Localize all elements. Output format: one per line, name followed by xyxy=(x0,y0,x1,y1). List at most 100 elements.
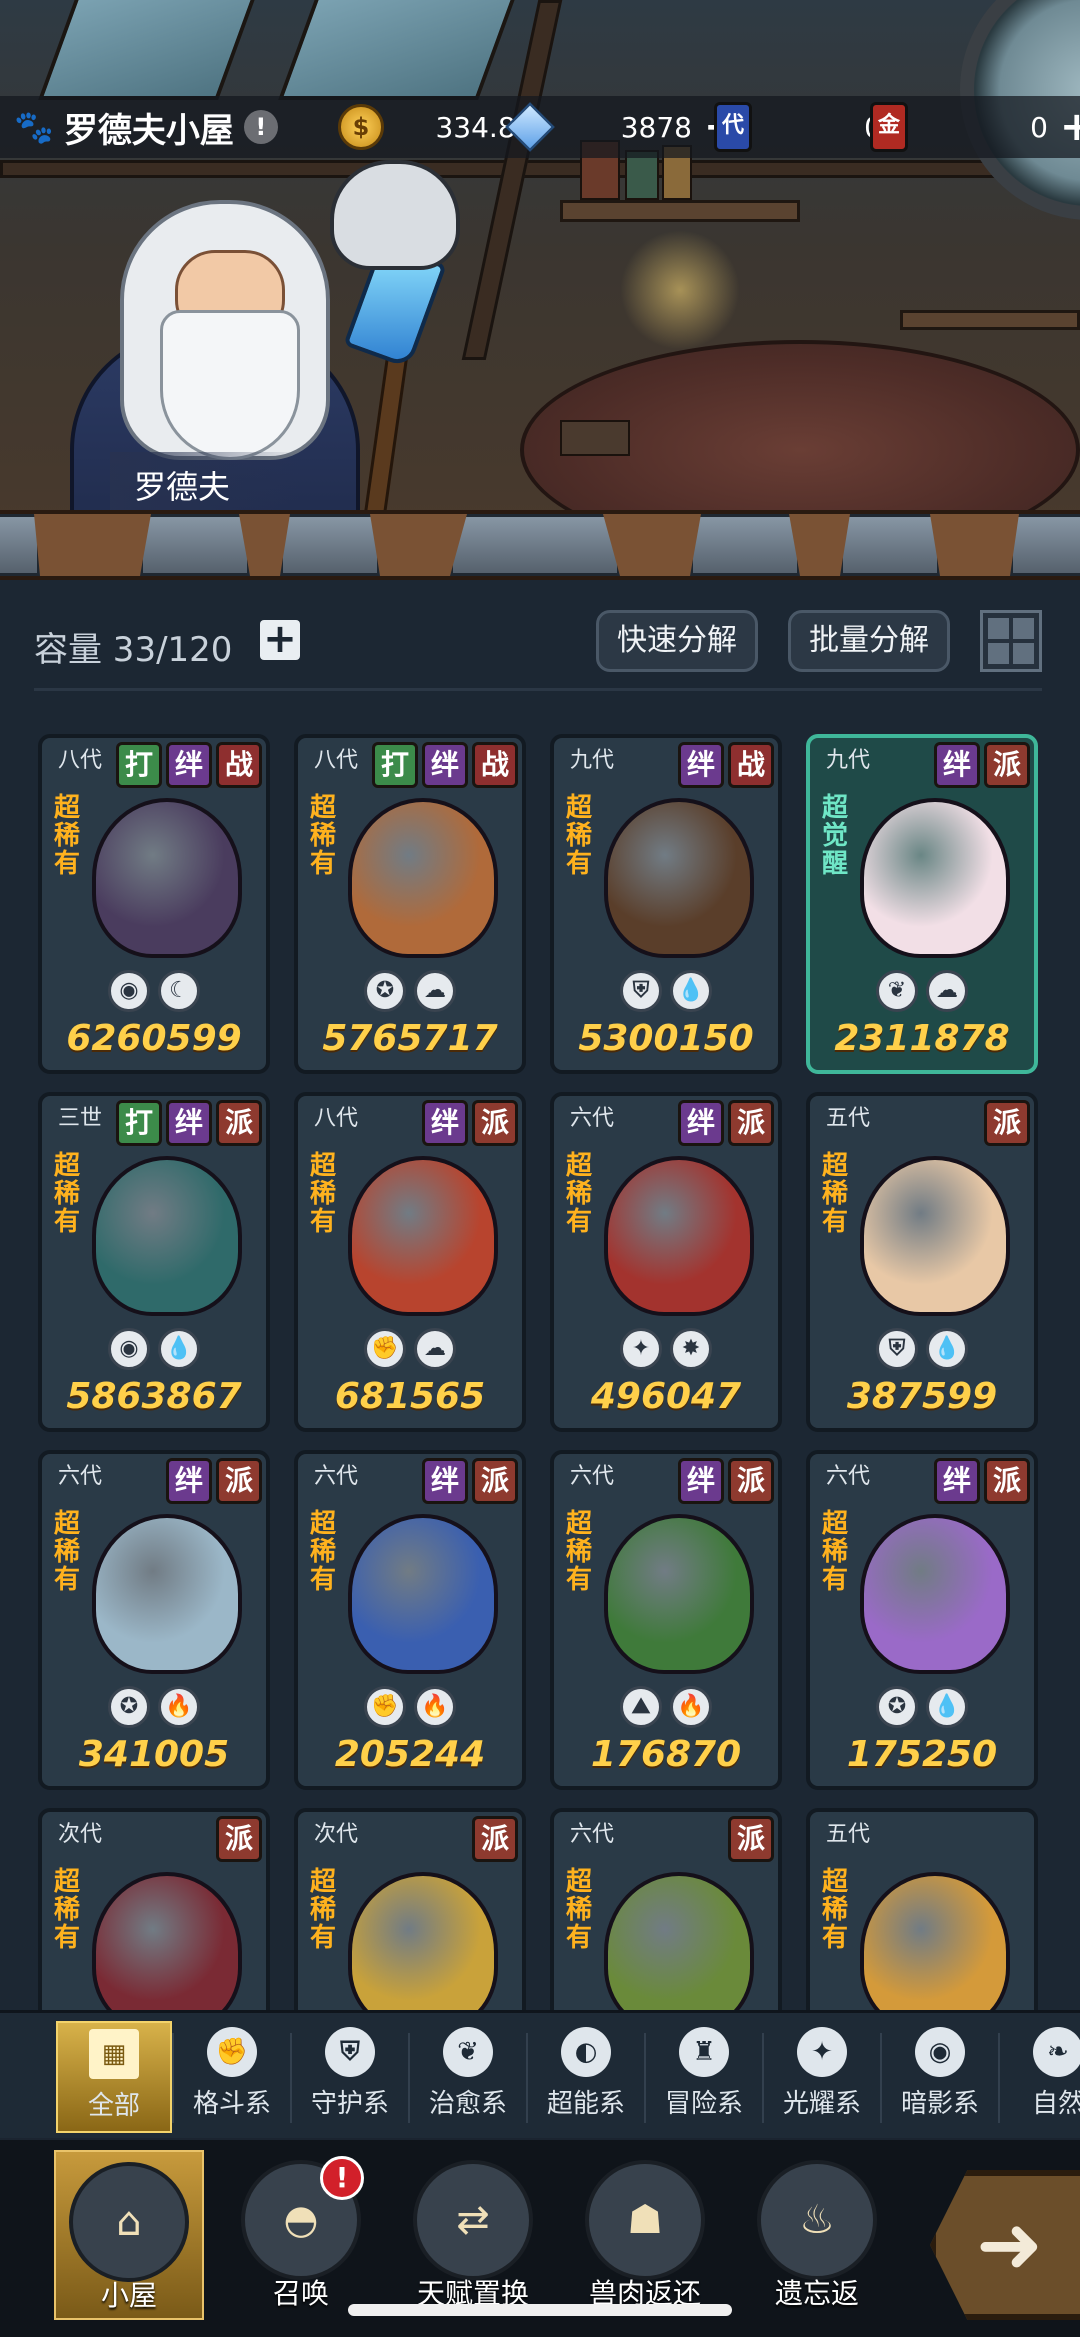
expand-capacity-button[interactable]: + xyxy=(260,619,300,660)
divider xyxy=(34,688,1042,691)
trait-tag: 派 xyxy=(216,1458,262,1504)
rarity-label: 超稀有 xyxy=(54,1151,81,1237)
red-ticket-value: 0 xyxy=(1030,110,1048,144)
rarity-label: 超稀有 xyxy=(566,1867,593,1953)
tab-separator xyxy=(998,2033,1000,2123)
rarity-label: 超稀有 xyxy=(54,1867,81,1953)
category-tab-shield[interactable]: ⛨ 守护系 xyxy=(292,2021,408,2133)
creature-card[interactable]: 八代打绊战超稀有 ✪ ☁ 5765717 xyxy=(294,734,526,1074)
summon-alert-badge: ! xyxy=(320,2156,364,2200)
generation-label: 次代 xyxy=(58,1822,103,1847)
category-tab-eye[interactable]: ◉ 暗影系 xyxy=(882,2021,998,2133)
creature-portrait xyxy=(92,798,242,958)
grid-view-icon[interactable] xyxy=(980,610,1042,672)
trait-tags: 打绊战 xyxy=(116,742,262,788)
trait-tags: 绊派 xyxy=(678,1100,774,1146)
creature-card[interactable]: 六代 绊派超稀有 ⛰ 🔥 176870 xyxy=(550,1450,782,1790)
category-tab-all[interactable]: ▦ 全部 xyxy=(56,2021,172,2133)
creature-card[interactable]: 三世打绊派超稀有 ◉ 💧 5863867 xyxy=(38,1092,270,1432)
quick-decompose-button[interactable]: 快速分解 xyxy=(596,610,758,672)
category-tabs: ▦ 全部 ✊ 格斗系 ⛨ 守护系 ❦ 治愈系 ◐ 超能系 ♜ 冒险系 ✦ 光耀系 ◉ 暗影系 ❧ 自然 xyxy=(0,2010,1080,2138)
creature-card[interactable]: 六代 绊派超稀有 ✪ 💧 175250 xyxy=(806,1450,1038,1790)
creature-portrait xyxy=(348,1156,498,1316)
element-icon: ✪ xyxy=(108,1686,150,1728)
trait-tag: 战 xyxy=(472,742,518,788)
plank-stone xyxy=(280,514,380,576)
category-tab-fist[interactable]: ✊ 格斗系 xyxy=(174,2021,290,2133)
rarity-label: 超稀有 xyxy=(566,1151,593,1237)
tab-separator xyxy=(762,2033,764,2123)
capacity-label: 容量 33/120 xyxy=(34,630,233,670)
batch-decompose-button[interactable]: 批量分解 xyxy=(788,610,950,672)
plank-stone xyxy=(450,514,620,576)
nav-house[interactable]: ⌂ 小屋 xyxy=(54,2150,204,2320)
creature-portrait xyxy=(92,1872,242,2024)
star-icon: ✦ xyxy=(797,2027,847,2077)
nav-swap[interactable]: ⇄ 天赋置换 xyxy=(398,2150,548,2320)
trait-tag: 绊 xyxy=(422,1458,468,1504)
creature-card[interactable]: 八代打绊战超稀有 ◉ ☾ 6260599 xyxy=(38,734,270,1074)
add-ticket-button[interactable]: + xyxy=(1060,107,1080,147)
creature-portrait xyxy=(604,1872,754,2024)
element-icon: 💧 xyxy=(926,1328,968,1370)
category-tab-alien[interactable]: ◐ 超能系 xyxy=(528,2021,644,2133)
skylight-window xyxy=(278,0,522,100)
shield-icon: ⛨ xyxy=(325,2027,375,2077)
red-ticket-icon: 金 xyxy=(870,102,908,152)
power-value: 2311878 xyxy=(834,1018,1010,1059)
trait-tag: 派 xyxy=(728,1816,774,1862)
creature-portrait xyxy=(604,798,754,958)
books xyxy=(560,420,630,456)
creature-card[interactable]: 六代 绊派超稀有 ✊ 🔥 205244 xyxy=(294,1450,526,1790)
generation-label: 三世 xyxy=(58,1106,103,1131)
trait-tag: 派 xyxy=(984,1458,1030,1504)
creature-card[interactable]: 六代 绊派超稀有 ✪ 🔥 341005 xyxy=(38,1450,270,1790)
rarity-label: 超稀有 xyxy=(310,1509,337,1595)
meat-icon: ☗ xyxy=(585,2160,705,2280)
power-value: 5300150 xyxy=(578,1018,754,1059)
power-value: 341005 xyxy=(78,1734,230,1775)
element-icon: 🔥 xyxy=(158,1686,200,1728)
generation-label: 六代 xyxy=(58,1464,103,1489)
next-button[interactable]: ➜ xyxy=(930,2170,1080,2320)
creature-portrait xyxy=(348,1514,498,1674)
plank-stone xyxy=(1010,514,1080,576)
generation-label: 五代 xyxy=(826,1822,871,1847)
generation-label: 六代 xyxy=(314,1464,359,1489)
element-icon: ☁ xyxy=(414,1328,456,1370)
creature-card[interactable]: 次代 派超稀有 xyxy=(294,1808,526,2028)
floor-plank xyxy=(0,510,1080,580)
creature-portrait xyxy=(860,1872,1010,2024)
generation-label: 九代 xyxy=(826,748,871,773)
rarity-label: 超稀有 xyxy=(54,1509,81,1595)
creature-card[interactable]: 六代 绊派超稀有 ✦ ✸ 496047 xyxy=(550,1092,782,1432)
creature-card[interactable]: 五代 派超稀有 ⛨ 💧 387599 xyxy=(806,1092,1038,1432)
creature-card[interactable]: 五代 超稀有 xyxy=(806,1808,1038,2028)
tab-separator xyxy=(880,2033,882,2123)
tab-separator xyxy=(172,2033,174,2123)
blue-ticket-resource: 代 0 xyxy=(714,102,882,152)
nav-meat[interactable]: ☗ 兽肉返还 xyxy=(570,2150,720,2320)
info-icon[interactable]: ! xyxy=(243,110,278,144)
shelf xyxy=(560,200,800,222)
rarity-label: 超稀有 xyxy=(822,1151,849,1237)
arrow-right-icon: ➜ xyxy=(976,2198,1044,2291)
category-tab-sprout[interactable]: ❦ 治愈系 xyxy=(410,2021,526,2133)
element-icon: ☁ xyxy=(926,970,968,1012)
creature-card[interactable]: 九代 绊战超稀有 ⛨ 💧 5300150 xyxy=(550,734,782,1074)
category-tab-star[interactable]: ✦ 光耀系 xyxy=(764,2021,880,2133)
trait-tags: 绊派 xyxy=(422,1100,518,1146)
power-value: 175250 xyxy=(846,1734,998,1775)
creature-card[interactable]: 九代 绊派超觉醒 ❦ ☁ 2311878 xyxy=(806,734,1038,1074)
generation-label: 五代 xyxy=(826,1106,871,1131)
creature-card[interactable]: 次代 派超稀有 xyxy=(38,1808,270,2028)
category-tab-leaf[interactable]: ❧ 自然 xyxy=(1000,2021,1080,2133)
nav-label: 遗忘返 xyxy=(774,2277,859,2310)
trait-tags: 绊战 xyxy=(678,742,774,788)
creature-card[interactable]: 六代 派超稀有 xyxy=(550,1808,782,2028)
nav-flame[interactable]: ♨ 遗忘返 xyxy=(742,2150,892,2320)
creature-card[interactable]: 八代 绊派超稀有 ✊ ☁ 681565 xyxy=(294,1092,526,1432)
npc-name-label[interactable]: 罗德夫 xyxy=(110,452,300,512)
red-ticket-resource: 金 0 + xyxy=(870,102,1080,152)
category-tab-helmet[interactable]: ♜ 冒险系 xyxy=(646,2021,762,2133)
